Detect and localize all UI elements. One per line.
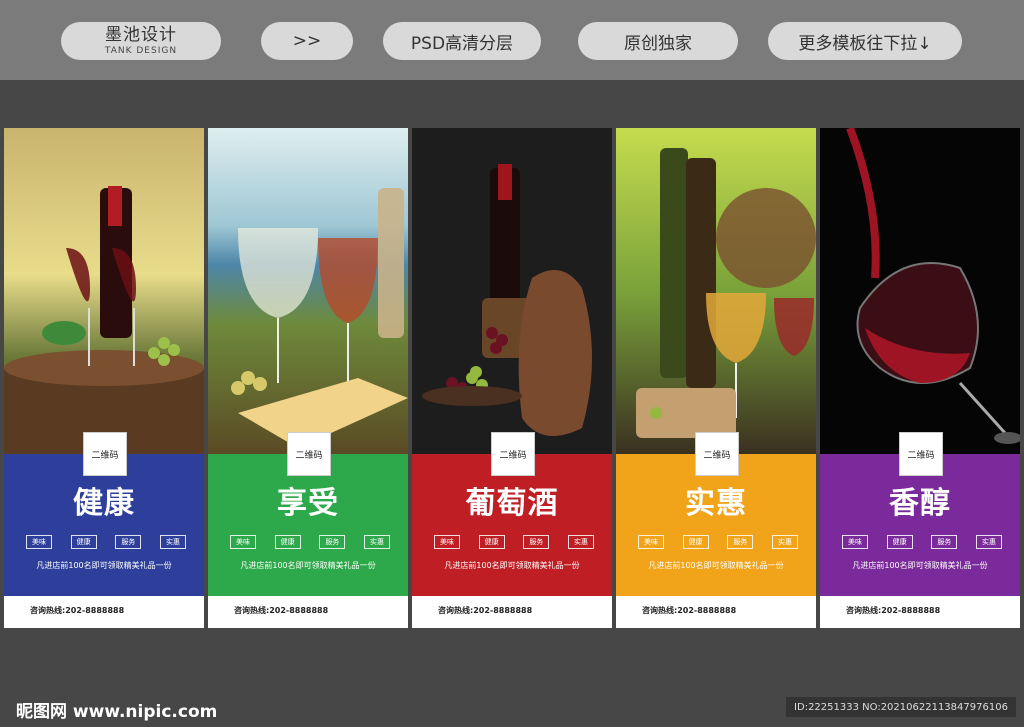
tag: 服务 [931, 535, 958, 549]
wine-photo [208, 128, 408, 454]
qr-code-placeholder: 二维码 [83, 432, 127, 476]
tag-row: 美味 健康 服务 实惠 [638, 535, 798, 549]
tag-row: 美味 健康 服务 实惠 [842, 535, 1002, 549]
original-button[interactable]: 原创独家 [578, 22, 738, 60]
poster-title: 实惠 [685, 486, 747, 521]
image-id: ID:22251333 NO:20210622113847976106 [786, 697, 1016, 717]
wine-photo [616, 128, 816, 454]
brand-button[interactable]: 墨池设计 TANK DESIGN [61, 22, 221, 60]
poster-card: 二维码 健康 美味 健康 服务 实惠 凡进店前100名即可领取精美礼品一份 咨询… [4, 128, 204, 628]
tag: 服务 [727, 535, 754, 549]
tag-row: 美味 健康 服务 实惠 [26, 535, 186, 549]
tag: 美味 [230, 535, 256, 549]
more-templates-button[interactable]: 更多模板往下拉↓ [768, 22, 962, 60]
wine-photo [4, 128, 204, 454]
tag: 健康 [274, 535, 301, 549]
tag: 实惠 [159, 535, 186, 549]
hotline: 咨询热线:202-8888888 [30, 606, 125, 615]
tag: 健康 [70, 535, 97, 549]
promo-note: 凡进店前100名即可领取精美礼品一份 [852, 561, 988, 570]
tag: 实惠 [363, 535, 390, 549]
tag: 美味 [26, 535, 52, 549]
wine-photo [820, 128, 1020, 454]
tag: 健康 [886, 535, 913, 549]
wine-photo [412, 128, 612, 454]
poster-card: 二维码 享受 美味 健康 服务 实惠 凡进店前100名即可领取精美礼品一份 咨询… [208, 128, 408, 628]
tag: 实惠 [975, 535, 1002, 549]
promo-note: 凡进店前100名即可领取精美礼品一份 [240, 561, 376, 570]
poster-title: 享受 [277, 486, 339, 521]
hotline: 咨询热线:202-8888888 [846, 606, 941, 615]
qr-code-placeholder: 二维码 [695, 432, 739, 476]
psd-button[interactable]: PSD高清分层 [383, 22, 541, 60]
promo-note: 凡进店前100名即可领取精美礼品一份 [444, 561, 580, 570]
tag-row: 美味 健康 服务 实惠 [434, 535, 594, 549]
brand-subtitle: TANK DESIGN [104, 45, 178, 56]
tag: 健康 [682, 535, 709, 549]
tag: 服务 [523, 535, 550, 549]
poster-title: 葡萄酒 [465, 486, 559, 521]
tag: 服务 [319, 535, 346, 549]
arrow-button[interactable]: >> [261, 22, 353, 60]
poster-title: 香醇 [889, 486, 951, 521]
promo-note: 凡进店前100名即可领取精美礼品一份 [36, 561, 172, 570]
poster-title: 健康 [73, 486, 135, 521]
promo-note: 凡进店前100名即可领取精美礼品一份 [648, 561, 784, 570]
poster-card: 二维码 香醇 美味 健康 服务 实惠 凡进店前100名即可领取精美礼品一份 咨询… [820, 128, 1020, 628]
tag: 美味 [434, 535, 460, 549]
tag: 健康 [478, 535, 505, 549]
site-watermark: 昵图网 www.nipic.com [16, 702, 218, 722]
hotline: 咨询热线:202-8888888 [234, 606, 329, 615]
tag: 美味 [638, 535, 664, 549]
qr-code-placeholder: 二维码 [899, 432, 943, 476]
poster-card: 二维码 葡萄酒 美味 健康 服务 实惠 凡进店前100名即可领取精美礼品一份 咨… [412, 128, 612, 628]
tag: 服务 [115, 535, 142, 549]
tag: 美味 [842, 535, 868, 549]
top-bar: 墨池设计 TANK DESIGN >> PSD高清分层 原创独家 更多模板往下拉… [0, 0, 1024, 80]
tag-row: 美味 健康 服务 实惠 [230, 535, 390, 549]
poster-card: 二维码 实惠 美味 健康 服务 实惠 凡进店前100名即可领取精美礼品一份 咨询… [616, 128, 816, 628]
brand-title: 墨池设计 [105, 24, 177, 45]
hotline: 咨询热线:202-8888888 [438, 606, 533, 615]
qr-code-placeholder: 二维码 [491, 432, 535, 476]
qr-code-placeholder: 二维码 [287, 432, 331, 476]
tag: 实惠 [771, 535, 798, 549]
hotline: 咨询热线:202-8888888 [642, 606, 737, 615]
tag: 实惠 [567, 535, 594, 549]
